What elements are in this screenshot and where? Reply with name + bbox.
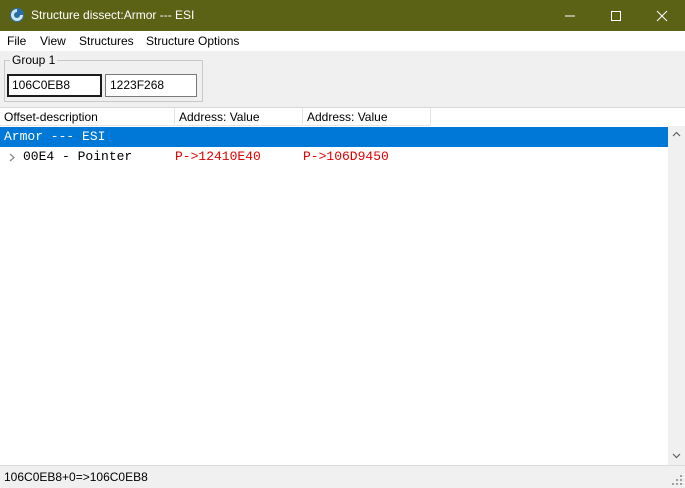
column-header-offset-description[interactable]: Offset-description — [0, 108, 175, 126]
address-field-1[interactable]: 106C0EB8 — [7, 74, 102, 97]
window-title: Structure dissect:Armor --- ESI — [31, 8, 195, 22]
column-header-address-value-1[interactable]: Address: Value — [175, 108, 303, 126]
resize-grip-icon[interactable] — [671, 474, 683, 486]
menu-file[interactable]: File — [7, 34, 26, 48]
title-bar[interactable]: Structure dissect:Armor --- ESI — [0, 0, 685, 31]
status-bar: 106C0EB8+0=>106C0EB8 — [0, 465, 685, 488]
menu-structures[interactable]: Structures — [79, 34, 134, 48]
minimize-button[interactable] — [547, 0, 593, 31]
chevron-up-icon — [672, 131, 681, 137]
maximize-icon — [611, 11, 621, 21]
scroll-down-button[interactable] — [668, 448, 685, 465]
chevron-right-icon[interactable] — [9, 153, 15, 162]
menu-structure-options[interactable]: Structure Options — [146, 34, 239, 48]
structure-root-label: Armor --- ESI — [4, 129, 106, 144]
column-header-address-value-2[interactable]: Address: Value — [303, 108, 431, 126]
menu-view[interactable]: View — [40, 34, 66, 48]
minimize-icon — [565, 15, 575, 17]
pointer-value-2: P->106D9450 — [303, 149, 389, 164]
group-label: Group 1 — [10, 53, 58, 67]
cheat-engine-icon — [9, 7, 25, 23]
vertical-scrollbar[interactable] — [668, 126, 685, 465]
status-text: 106C0EB8+0=>106C0EB8 — [4, 470, 148, 484]
maximize-button[interactable] — [593, 0, 639, 31]
tree-row[interactable]: 00E4 - Pointer P->12410E40 P->106D9450 — [0, 147, 668, 167]
scroll-up-button[interactable] — [668, 126, 685, 143]
chevron-down-icon — [672, 453, 681, 459]
close-icon — [656, 10, 668, 22]
offset-description: 00E4 - Pointer — [23, 149, 133, 164]
close-button[interactable] — [639, 0, 685, 31]
pointer-value-1: P->12410E40 — [175, 149, 261, 164]
tree-row-selected[interactable]: Armor --- ESI — [0, 127, 668, 147]
structure-tree[interactable]: Offset-description Address: Value Addres… — [0, 107, 685, 465]
address-field-2[interactable]: 1223F268 — [105, 74, 197, 97]
menu-bar: File View Structures Structure Options — [0, 31, 685, 51]
